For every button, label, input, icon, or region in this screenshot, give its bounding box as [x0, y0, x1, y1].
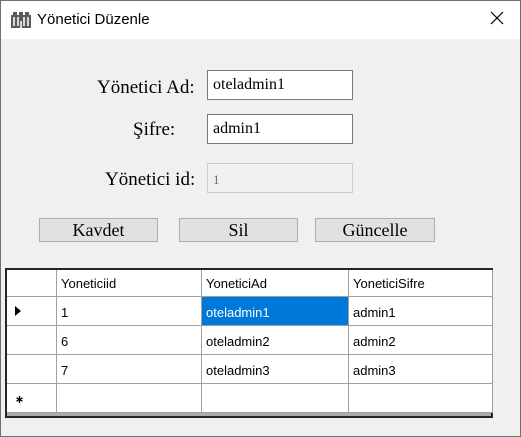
cell-yoneticisifre[interactable]: admin1: [349, 297, 493, 326]
yonetici-ad-label: Yönetici Ad:: [97, 77, 195, 98]
cell-yoneticiad[interactable]: oteladmin3: [202, 355, 349, 384]
kaydet-button[interactable]: Kavdet: [39, 218, 158, 242]
yonetici-id-label: Yönetici id:: [105, 169, 196, 190]
cell-yoneticiid[interactable]: 1: [57, 297, 202, 326]
cell-yoneticiid[interactable]: 6: [57, 326, 202, 355]
row-header[interactable]: [7, 384, 57, 413]
sil-button[interactable]: Sil: [179, 218, 298, 242]
new-row-asterisk-icon: [16, 391, 23, 406]
yonetici-ad-input[interactable]: oteladmin1: [207, 70, 353, 100]
row-pointer-icon: [15, 304, 21, 319]
window: Yönetici Düzenle Yönetici Ad: oteladmin1…: [0, 0, 521, 437]
row-header[interactable]: [7, 355, 57, 384]
sifre-label: Şifre:: [133, 119, 176, 140]
close-button[interactable]: [474, 1, 520, 39]
cell-yoneticisifre[interactable]: admin3: [349, 355, 493, 384]
column-header-yoneticisifre[interactable]: YoneticiSifre: [349, 270, 493, 297]
column-header-yoneticiid[interactable]: Yoneticiid: [57, 270, 202, 297]
cell-yoneticisifre[interactable]: admin2: [349, 326, 493, 355]
cell-yoneticiid[interactable]: 7: [57, 355, 202, 384]
yonetici-data-grid[interactable]: Yoneticiid YoneticiAd YoneticiSifre 1 ot…: [5, 268, 493, 418]
row-header[interactable]: [7, 326, 57, 355]
new-cell-yoneticiad[interactable]: [202, 384, 349, 413]
table-row[interactable]: 7 oteladmin3 admin3: [7, 355, 493, 384]
new-cell-yoneticiid[interactable]: [57, 384, 202, 413]
window-title: Yönetici Düzenle: [37, 11, 150, 28]
yonetici-id-input: 1: [207, 163, 353, 193]
title-bar: Yönetici Düzenle: [1, 1, 520, 39]
row-header[interactable]: [7, 297, 57, 326]
table-row[interactable]: 6 oteladmin2 admin2: [7, 326, 493, 355]
row-header-corner: [7, 270, 57, 297]
cell-yoneticiad[interactable]: oteladmin2: [202, 326, 349, 355]
building-icon: [11, 12, 31, 28]
column-header-yoneticiad[interactable]: YoneticiAd: [202, 270, 349, 297]
new-cell-yoneticisifre[interactable]: [349, 384, 493, 413]
new-row[interactable]: [7, 384, 493, 413]
table-header-row: Yoneticiid YoneticiAd YoneticiSifre: [7, 270, 493, 297]
close-icon: [490, 11, 504, 30]
guncelle-button[interactable]: Güncelle: [315, 218, 435, 242]
cell-yoneticiad[interactable]: oteladmin1: [202, 297, 349, 326]
table-row[interactable]: 1 oteladmin1 admin1: [7, 297, 493, 326]
sifre-input[interactable]: admin1: [207, 114, 353, 144]
